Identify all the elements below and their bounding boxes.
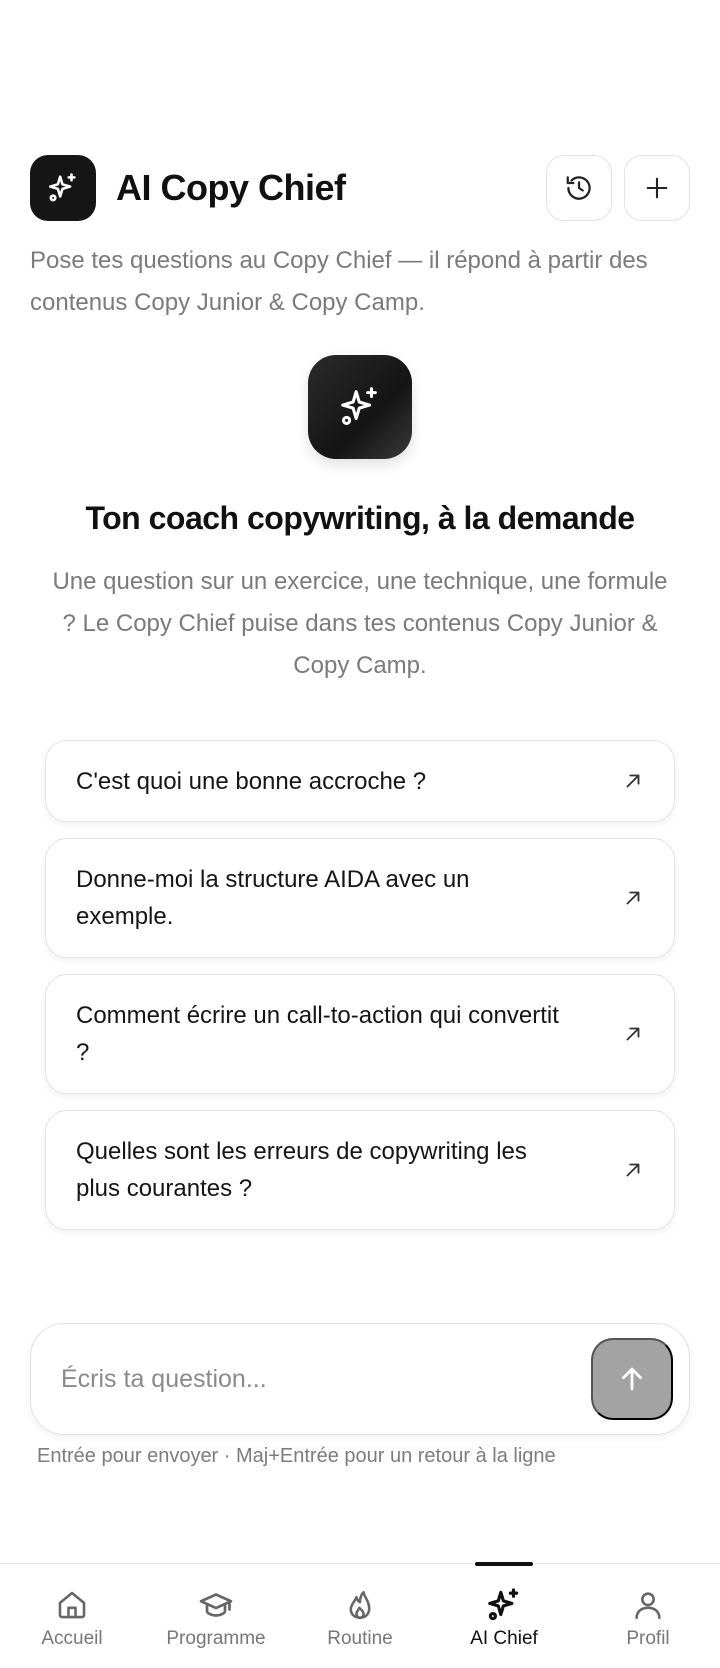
nav-label: Routine bbox=[327, 1628, 393, 1649]
plus-icon bbox=[646, 177, 668, 199]
history-button[interactable] bbox=[546, 155, 612, 221]
flame-icon bbox=[341, 1586, 379, 1624]
nav-item-ai-chief[interactable]: AI Chief bbox=[432, 1562, 576, 1668]
nav-item-programme[interactable]: Programme bbox=[144, 1564, 288, 1668]
send-button[interactable] bbox=[591, 1338, 673, 1420]
ai-chief-screen: AI Copy Chief Pose tes questions au Copy… bbox=[0, 0, 720, 1668]
suggestion-card[interactable]: Quelles sont les erreurs de copywriting … bbox=[45, 1110, 675, 1230]
suggestion-card[interactable]: Donne-moi la structure AIDA avec un exem… bbox=[45, 838, 675, 958]
sparkles-icon bbox=[485, 1586, 523, 1624]
suggestion-card[interactable]: C'est quoi une bonne accroche ? bbox=[45, 740, 675, 822]
suggestion-text: Comment écrire un call-to-action qui con… bbox=[76, 1002, 559, 1066]
header: AI Copy Chief bbox=[30, 155, 690, 221]
composer-hint: Entrée pour envoyer · Maj+Entrée pour un… bbox=[37, 1445, 556, 1467]
suggestion-text: Quelles sont les erreurs de copywriting … bbox=[76, 1138, 527, 1202]
sparkles-icon bbox=[341, 387, 377, 426]
arrow-up-right-icon bbox=[626, 774, 640, 788]
arrow-up-icon bbox=[622, 1367, 642, 1391]
new-chat-button[interactable] bbox=[624, 155, 690, 221]
nav-label: Profil bbox=[626, 1628, 670, 1649]
header-subtitle: Pose tes questions au Copy Chief — il ré… bbox=[30, 247, 648, 316]
hero-title: Ton coach copywriting, à la demande bbox=[85, 500, 635, 536]
message-composer bbox=[30, 1323, 690, 1435]
arrow-up-right-icon bbox=[626, 891, 640, 905]
user-icon bbox=[629, 1586, 667, 1624]
hero-badge bbox=[308, 355, 412, 459]
nav-label: AI Chief bbox=[470, 1628, 538, 1649]
arrow-up-right-icon bbox=[626, 1163, 640, 1177]
active-tab-indicator bbox=[475, 1562, 533, 1566]
hero-description: Une question sur un exercice, une techni… bbox=[52, 568, 668, 679]
suggestion-text: Donne-moi la structure AIDA avec un exem… bbox=[76, 866, 470, 930]
app-title: AI Copy Chief bbox=[116, 167, 346, 208]
app-logo bbox=[30, 155, 96, 221]
nav-item-accueil[interactable]: Accueil bbox=[0, 1564, 144, 1668]
bottom-nav: Accueil Programme Routine AI Chief Profi… bbox=[0, 1562, 720, 1668]
suggestion-list: C'est quoi une bonne accroche ? Donne-mo… bbox=[45, 740, 675, 1230]
nav-label: Programme bbox=[166, 1628, 266, 1649]
history-icon bbox=[566, 176, 591, 200]
home-icon bbox=[53, 1586, 91, 1624]
arrow-up-right-icon bbox=[626, 1027, 640, 1041]
suggestion-text: C'est quoi une bonne accroche ? bbox=[76, 767, 427, 795]
nav-item-profil[interactable]: Profil bbox=[576, 1564, 720, 1668]
nav-label: Accueil bbox=[41, 1628, 103, 1649]
sparkles-icon bbox=[48, 173, 76, 202]
suggestion-card[interactable]: Comment écrire un call-to-action qui con… bbox=[45, 974, 675, 1094]
graduation-cap-icon bbox=[197, 1586, 235, 1624]
nav-item-routine[interactable]: Routine bbox=[288, 1564, 432, 1668]
question-input[interactable] bbox=[61, 1364, 591, 1394]
